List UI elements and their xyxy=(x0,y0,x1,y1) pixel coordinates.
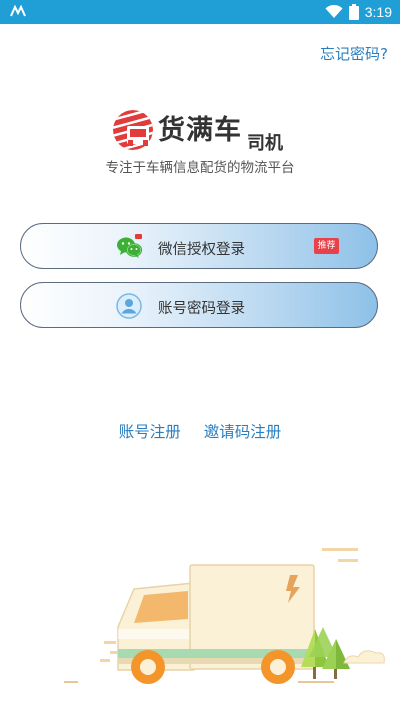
forgot-password-link[interactable]: 忘记密码? xyxy=(320,43,388,64)
wechat-icon xyxy=(117,234,143,258)
app-name: 货满车 xyxy=(158,115,242,146)
recommended-badge: 推荐 xyxy=(314,238,339,254)
user-icon xyxy=(116,293,142,319)
wifi-icon xyxy=(325,5,343,18)
battery-icon xyxy=(348,4,359,20)
truck-logo-icon xyxy=(113,110,153,150)
notification-icon xyxy=(10,4,26,17)
account-login-label: 账号密码登录 xyxy=(158,301,245,317)
invite-register-link[interactable]: 邀请码注册 xyxy=(204,420,282,442)
register-link[interactable]: 账号注册 xyxy=(119,420,181,442)
wechat-login-button[interactable]: 微信授权登录 推荐 xyxy=(20,223,378,269)
app-slogan: 专注于车辆信息配货的物流平台 xyxy=(105,160,295,176)
app-role-label: 司机 xyxy=(247,133,283,154)
truck-illustration xyxy=(64,548,385,684)
app-logo: 货满车 司机 xyxy=(112,104,312,154)
status-time: 3:19 xyxy=(364,4,392,20)
account-login-button[interactable]: 账号密码登录 xyxy=(20,282,378,328)
wechat-login-label: 微信授权登录 xyxy=(158,242,245,258)
register-links: 账号注册 邀请码注册 xyxy=(0,420,400,442)
status-bar: 3:19 xyxy=(0,0,400,24)
